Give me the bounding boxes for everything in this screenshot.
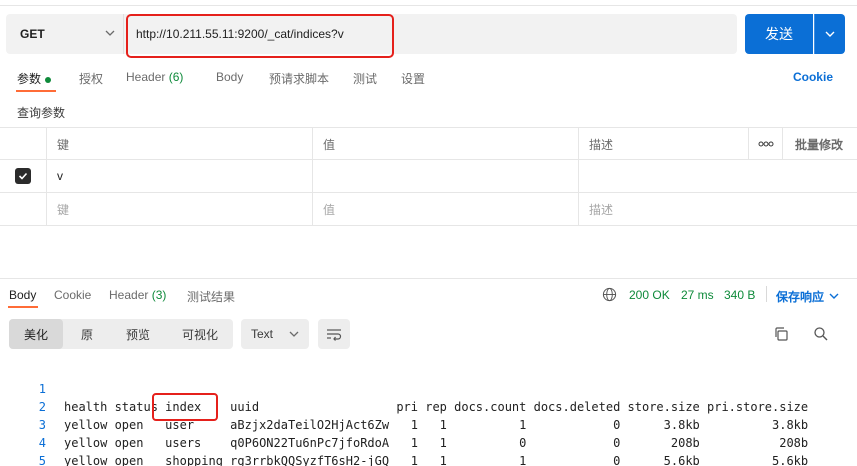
tab-label: Header — [126, 70, 166, 84]
table-row-empty: 键 值 描述 — [0, 193, 857, 226]
more-options-icon[interactable] — [748, 128, 782, 160]
tab-params[interactable]: 参数 — [17, 70, 52, 87]
param-description-input[interactable] — [578, 160, 748, 192]
query-params-heading: 查询参数 — [17, 106, 66, 120]
view-raw[interactable]: 原 — [69, 319, 105, 349]
view-mode-segment: 美化 原 预览 可视化 — [9, 319, 233, 349]
tab-label: 设置 — [401, 72, 426, 86]
table-header-row: 键 值 描述 批量修改 — [0, 127, 857, 160]
new-description-input[interactable]: 描述 — [578, 193, 748, 225]
send-label: 发送 — [765, 26, 793, 42]
globe-icon[interactable] — [602, 287, 617, 302]
view-visualize[interactable]: 可视化 — [171, 319, 229, 349]
tab-settings[interactable]: 设置 — [401, 70, 425, 87]
tab-count: (3) — [151, 288, 167, 302]
response-body: 1 health status index uuid pri rep docs.… — [0, 362, 857, 466]
empty-checkbox-cell — [0, 193, 46, 225]
resp-tab-body[interactable]: Body — [9, 288, 36, 302]
code-line: 1 health status index uuid pri rep docs.… — [0, 362, 857, 414]
tab-auth[interactable]: 授权 — [79, 70, 103, 87]
table-row: v — [0, 160, 857, 193]
tab-headers[interactable]: Header (6) — [126, 70, 183, 84]
tab-count: (6) — [168, 70, 184, 84]
search-icon[interactable] — [813, 326, 829, 342]
chevron-down-icon — [825, 31, 835, 37]
status-code[interactable]: 200 OK — [629, 288, 670, 302]
param-value-input[interactable] — [312, 160, 578, 192]
code-line: 4 yellow open shopping rg3rrbkQQSyzfT6sH… — [0, 416, 857, 466]
format-select[interactable]: Text — [241, 319, 309, 349]
url-highlight-box — [126, 14, 394, 58]
tab-pre-request-script[interactable]: 预请求脚本 — [269, 70, 329, 87]
tab-label: 参数 — [17, 72, 42, 86]
view-pretty[interactable]: 美化 — [9, 319, 63, 349]
tab-tests[interactable]: 测试 — [353, 70, 377, 87]
header-value: 值 — [312, 128, 578, 160]
line-text: yellow open shopping rg3rrbkQQSyzfT6sH2-… — [64, 454, 809, 466]
line-number: 5 — [38, 454, 46, 466]
params-table: 键 值 描述 批量修改 v 键 值 描述 — [0, 127, 857, 226]
copy-icon[interactable] — [773, 326, 789, 342]
chevron-down-icon — [289, 331, 299, 337]
resp-tab-cookie[interactable]: Cookie — [54, 288, 91, 302]
new-value-input[interactable]: 值 — [312, 193, 578, 225]
new-key-input[interactable]: 键 — [46, 193, 312, 225]
tab-label: 测试 — [353, 72, 378, 86]
view-preview[interactable]: 预览 — [113, 319, 163, 349]
header-checkbox-cell — [0, 128, 46, 160]
chevron-down-icon — [829, 293, 839, 299]
active-dot-icon — [45, 76, 52, 83]
active-response-tab-indicator — [8, 306, 38, 308]
send-dropdown-button[interactable] — [814, 14, 845, 54]
request-tabs: 参数 授权 Header (6) Body 预请求脚本 测试 设置 Cookie — [0, 64, 857, 92]
resp-tab-test-results[interactable]: 测试结果 — [187, 288, 235, 305]
cookie-link[interactable]: Cookie — [793, 70, 833, 84]
header-key: 键 — [46, 128, 312, 160]
resp-tab-headers[interactable]: Header (3) — [109, 288, 166, 302]
users-highlight-box — [152, 393, 218, 421]
wrap-lines-icon — [327, 329, 342, 341]
tab-label: Body — [216, 70, 244, 84]
tab-label: 授权 — [79, 72, 104, 86]
response-size[interactable]: 340 B — [724, 288, 755, 302]
ellipsis-icon — [758, 141, 773, 147]
status-divider — [766, 286, 767, 302]
header-description: 描述 — [578, 128, 748, 160]
wrap-lines-button[interactable] — [318, 319, 350, 349]
code-line: 3 yellow open users q0P6ON22Tu6nPc7jfoRd… — [0, 398, 857, 450]
response-divider — [0, 278, 857, 279]
send-button[interactable]: 发送 — [745, 14, 813, 54]
tab-body[interactable]: Body — [216, 70, 243, 84]
checkbox-checked-icon — [15, 168, 31, 184]
row-checkbox[interactable] — [0, 160, 46, 192]
code-line: 5 — [0, 434, 857, 466]
param-key-input[interactable]: v — [46, 160, 312, 192]
method-select[interactable]: GET — [6, 14, 124, 54]
active-tab-indicator — [16, 90, 56, 92]
code-line: 2 yellow open user aBzjx2daTeilO2HjAct6Z… — [0, 380, 857, 432]
save-response-button[interactable]: 保存响应 — [776, 288, 839, 305]
chevron-down-icon — [105, 30, 115, 36]
save-response-label: 保存响应 — [776, 290, 825, 304]
tab-label: Header — [109, 288, 149, 302]
bulk-edit-button[interactable]: 批量修改 — [782, 128, 857, 160]
top-divider — [0, 0, 857, 6]
response-time[interactable]: 27 ms — [681, 288, 714, 302]
tab-label: 预请求脚本 — [269, 72, 330, 86]
method-label: GET — [20, 27, 45, 41]
format-label: Text — [251, 327, 274, 341]
